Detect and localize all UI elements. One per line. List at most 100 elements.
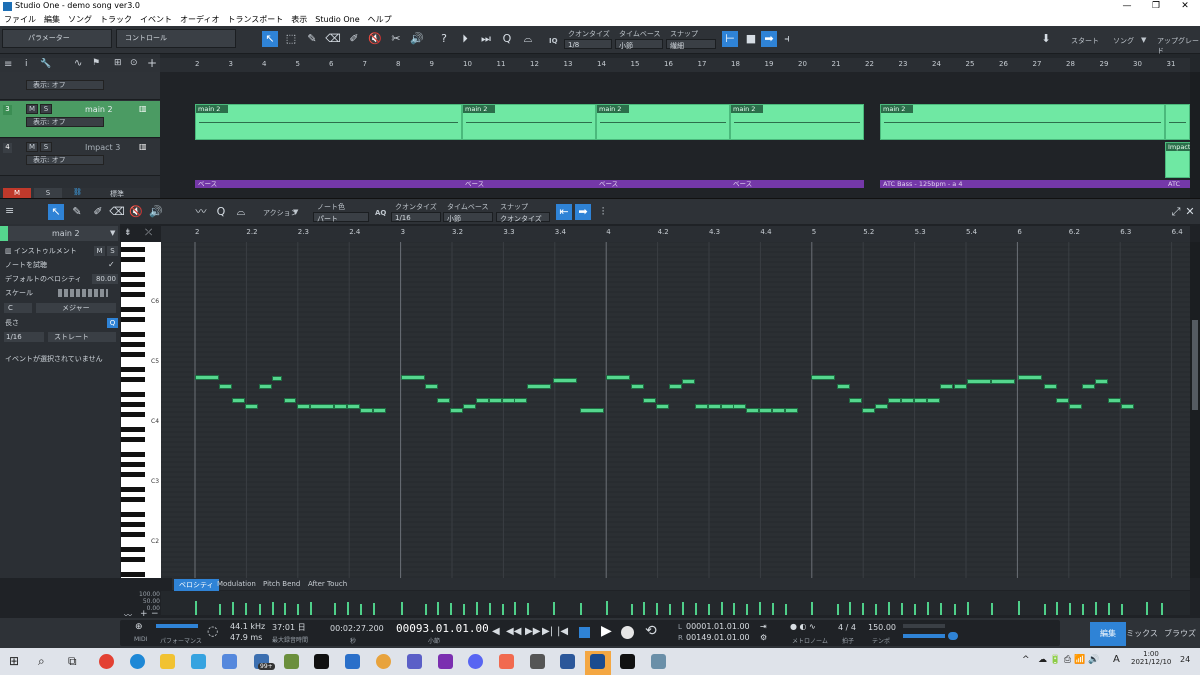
black-key[interactable]	[121, 392, 145, 397]
precount-icon[interactable]: ⇥	[760, 622, 767, 631]
bass-clip[interactable]: ベース	[730, 180, 864, 188]
velocity-bar[interactable]	[656, 603, 658, 615]
auto-scroll-icon[interactable]: ⌓	[233, 204, 249, 220]
midi-note[interactable]	[1018, 375, 1042, 380]
line-tool-icon[interactable]: 〰	[193, 204, 209, 220]
velocity-bar[interactable]	[1108, 603, 1110, 615]
note-color-dropdown[interactable]: パート	[313, 212, 369, 223]
minimize-icon[interactable]: —	[1113, 1, 1141, 11]
file-explorer-icon[interactable]	[160, 654, 175, 669]
midi-note[interactable]	[272, 376, 282, 381]
impact-clip[interactable]: Impact	[1165, 142, 1199, 178]
list-icon[interactable]: ≡	[4, 59, 12, 70]
close-icon[interactable]: ✕	[1171, 1, 1199, 11]
track-name[interactable]: main 2	[85, 105, 113, 114]
midi-note[interactable]	[476, 398, 489, 403]
velocity-bar[interactable]	[450, 603, 452, 615]
arrangement-ruler[interactable]: 2 3 4 5 6 7 8 9 10 11 12 13 14 15 16 17 18 19 20 21 22 23 24 25…	[160, 58, 1190, 72]
black-key[interactable]	[121, 317, 145, 322]
metronome-settings-icon[interactable]: ⚙	[760, 633, 767, 642]
chrome-icon[interactable]	[99, 654, 114, 669]
photos-icon[interactable]	[499, 654, 514, 669]
velocity-bar[interactable]	[1095, 602, 1097, 615]
midi-note[interactable]	[360, 408, 373, 413]
velocity-bar[interactable]	[1018, 601, 1020, 615]
automation-icon[interactable]: ∿	[74, 58, 82, 69]
menu-event[interactable]: イベント	[136, 13, 176, 25]
control-dropdown[interactable]: コントロール	[116, 29, 236, 48]
midi-note[interactable]	[967, 379, 991, 384]
length-quantize-button[interactable]: Q	[107, 318, 118, 328]
word-icon[interactable]	[560, 654, 575, 669]
parameter-dropdown[interactable]: パラメーター	[2, 29, 112, 48]
note-grid[interactable]	[161, 242, 1190, 578]
midi-note[interactable]	[1044, 384, 1057, 389]
timebase-dropdown[interactable]: 小節	[615, 39, 663, 50]
tab-browse[interactable]: ブラウズ	[1162, 622, 1198, 646]
black-key[interactable]	[121, 547, 145, 552]
midi-note[interactable]	[437, 398, 450, 403]
loop-left-value[interactable]: 00001.01.01.00	[686, 622, 750, 631]
velocity-bar[interactable]	[875, 604, 877, 615]
black-key[interactable]	[121, 497, 145, 502]
clock[interactable]: 1:00 2021/12/10	[1131, 650, 1171, 666]
download-icon[interactable]: ⬇	[1038, 31, 1054, 47]
mute-button[interactable]: M	[26, 142, 38, 152]
piano-roll-ruler[interactable]: 2 2.2 2.3 2.4 3 3.2 3.3 3.4 4 4.2 4.3 4.4 5 5.2 5.3 5.4…	[161, 226, 1190, 242]
velocity-bar[interactable]	[1082, 604, 1084, 615]
maximize-icon[interactable]: ❐	[1142, 1, 1170, 11]
black-key[interactable]	[121, 342, 145, 347]
upgrade-button[interactable]: アップグレード	[1157, 36, 1200, 56]
arrow-tool-icon[interactable]: ↖	[48, 204, 64, 220]
menu-audio[interactable]: オーディオ	[176, 13, 223, 25]
black-key[interactable]	[121, 402, 145, 407]
timebase-dropdown[interactable]: 小節	[443, 212, 493, 223]
black-key[interactable]	[121, 572, 145, 577]
metronome-icon[interactable]: ● ◐ ∿	[790, 622, 816, 631]
action-chevron-icon[interactable]: ▼	[293, 208, 298, 216]
velocity-bar[interactable]	[232, 602, 234, 615]
time-display[interactable]: 00:02:27.200	[330, 624, 384, 633]
snap-toggle-icon[interactable]: ⇤	[556, 204, 572, 220]
loop-start-icon[interactable]: |◀	[557, 626, 568, 637]
menu-song[interactable]: ソング	[64, 13, 96, 25]
marker-icon[interactable]: ⚑	[92, 58, 100, 68]
velocity-bar[interactable]	[463, 604, 465, 615]
scale-type-dropdown[interactable]: メジャー	[36, 303, 116, 313]
listen-tool-icon[interactable]: 🔊	[409, 31, 425, 47]
midi-note[interactable]	[785, 408, 798, 413]
midi-note[interactable]	[1108, 398, 1121, 403]
midi-note[interactable]	[940, 384, 953, 389]
zoom-icon[interactable]: Q	[213, 204, 229, 220]
note-preview-row[interactable]: ノートを試聴 ✓	[0, 258, 120, 272]
snap-dropdown[interactable]: クオンタイズ	[496, 212, 550, 223]
scale-keyboard-icon[interactable]	[58, 289, 108, 297]
snap-arrow-icon[interactable]: ➡	[761, 31, 777, 47]
black-key[interactable]	[121, 532, 145, 537]
midi-note[interactable]	[297, 404, 310, 409]
eraser-tool-icon[interactable]: ⌫	[109, 204, 125, 220]
velocity-bar[interactable]	[297, 604, 299, 615]
event-clip[interactable]: main 2	[462, 104, 596, 140]
velocity-bar[interactable]	[643, 602, 645, 615]
track-row[interactable]: 4 M S Impact 3 ▥ 表示: オフ	[0, 139, 160, 176]
range-tool-icon[interactable]: ⬚	[283, 31, 299, 47]
tab-pitch-bend[interactable]: Pitch Bend	[258, 579, 305, 589]
midi-note[interactable]	[991, 379, 1015, 384]
black-key[interactable]	[121, 282, 145, 287]
black-key[interactable]	[121, 452, 145, 457]
ime-indicator[interactable]: A	[1113, 654, 1120, 665]
master-volume-toggle[interactable]	[948, 632, 958, 640]
arrow-tool-icon[interactable]: ↖	[262, 31, 278, 47]
velocity-bar[interactable]	[927, 602, 929, 615]
velocity-bar[interactable]	[245, 603, 247, 615]
vertical-scrollbar[interactable]	[1190, 242, 1200, 578]
velocity-bar[interactable]	[669, 604, 671, 615]
zoom-icon[interactable]: Q	[499, 31, 515, 47]
trim-icon[interactable]: ⇟	[124, 228, 132, 238]
black-key[interactable]	[121, 377, 145, 382]
audio-bend-icon[interactable]: ⏵	[457, 31, 473, 47]
velocity-bar[interactable]	[759, 602, 761, 615]
velocity-bar[interactable]	[580, 603, 582, 615]
studio-one-taskbar-icon[interactable]	[191, 654, 206, 669]
